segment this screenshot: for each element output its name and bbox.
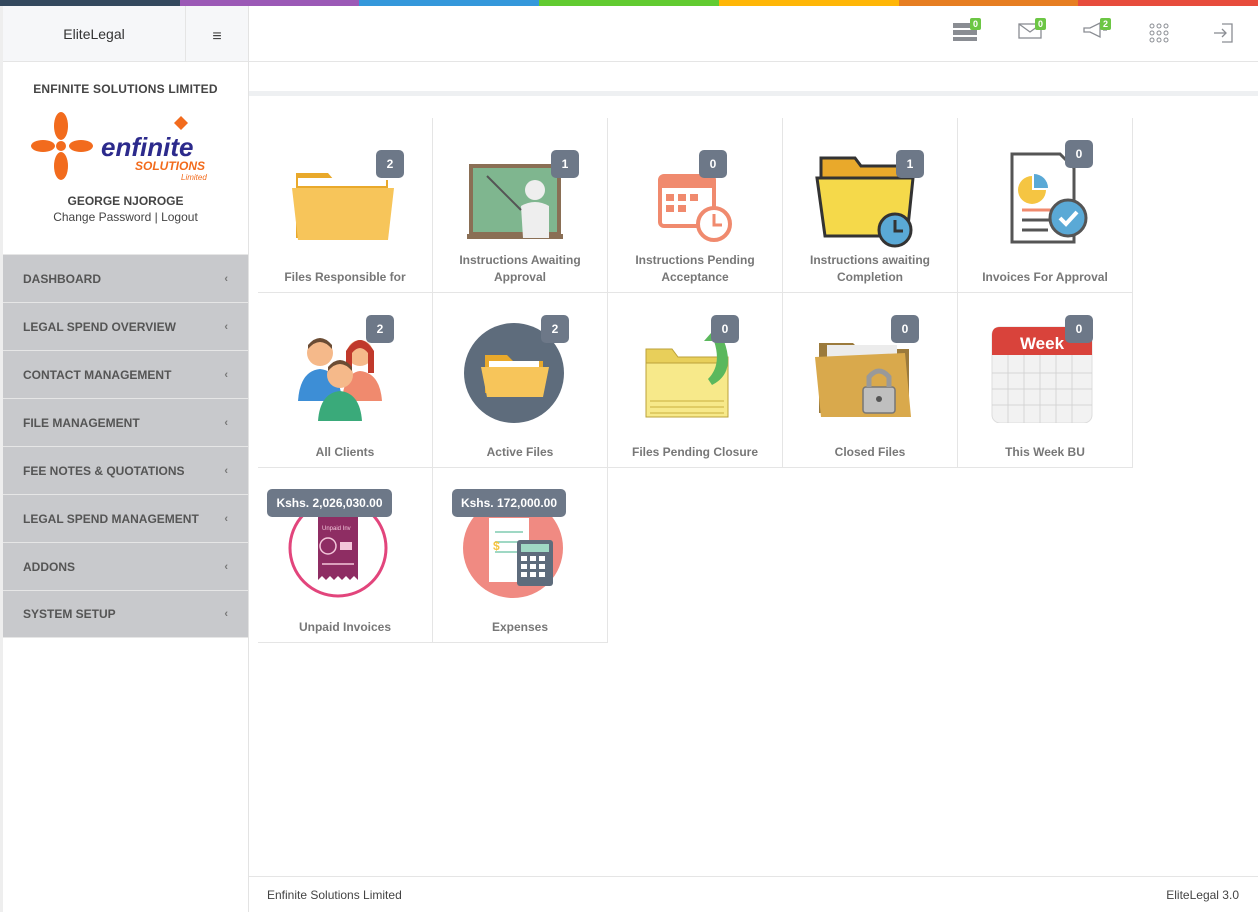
tile-badge: 0: [711, 315, 739, 343]
sidebar-item-label: FILE MANAGEMENT: [23, 415, 140, 430]
logout-button[interactable]: [1209, 22, 1237, 46]
tile-instructions-awaiting-approval[interactable]: 1 Instructions Awaiting Approval: [433, 118, 608, 293]
company-name: ENFINITE SOLUTIONS LIMITED: [33, 82, 218, 96]
tile-label: All Clients: [315, 445, 375, 459]
tile-files-pending-closure[interactable]: 0 Files Pending Closure: [608, 293, 783, 468]
profile-panel: ENFINITE SOLUTIONS LIMITED enfinite SOLU…: [3, 62, 248, 254]
tile-label: Active Files: [486, 445, 554, 459]
sidebar-item-label: ADDONS: [23, 559, 76, 574]
hamburger-menu-icon[interactable]: ≡: [186, 6, 248, 61]
sidebar-nav: DASHBOARD ‹ LEGAL SPEND OVERVIEW ‹ CONTACT…: [3, 254, 248, 638]
mail-button[interactable]: 0: [1016, 18, 1046, 46]
mail-badge: 0: [1034, 18, 1046, 30]
link-separator: |: [154, 210, 158, 224]
tile-label: Instructions awaiting Completion: [809, 253, 930, 284]
tile-label: Instructions Pending Acceptance: [635, 253, 755, 284]
tile-instructions-pending-acceptance[interactable]: 0 Instructions Pending Acceptance: [608, 118, 783, 293]
logout-link[interactable]: Logout: [161, 210, 198, 224]
chevron-left-icon: ‹: [224, 464, 228, 477]
sidebar-item-label: SYSTEM SETUP: [23, 607, 116, 621]
servers-badge: 0: [969, 18, 981, 30]
tile-label: Files Pending Closure: [631, 445, 759, 459]
change-password-link[interactable]: Change Password: [53, 210, 151, 224]
enfinite-logo-icon: enfinite SOLUTIONS Limited: [30, 112, 207, 182]
sidebar-item-file-management[interactable]: FILE MANAGEMENT ‹: [3, 398, 248, 446]
tile-badge: 0: [1065, 315, 1093, 343]
user-links: Change Password | Logout: [3, 210, 248, 224]
sidebar-item-addons[interactable]: ADDONS ‹: [3, 542, 248, 590]
tile-badge: 1: [551, 150, 579, 178]
logo-sub2: Limited: [181, 173, 207, 182]
tile-badge: 0: [891, 315, 919, 343]
footer-company: Enfinite Solutions Limited: [267, 888, 402, 902]
sidebar-item-label: CONTACT MANAGEMENT: [23, 367, 172, 382]
chevron-left-icon: ‹: [224, 416, 228, 429]
tile-active-files[interactable]: 2 Active Files: [433, 293, 608, 468]
svg-text:$: $: [493, 539, 500, 553]
dashboard-content: 2 Files Responsible for 1 Instructions A…: [253, 96, 1254, 873]
app-brand[interactable]: EliteLegal: [3, 6, 186, 61]
tile-amount-badge: Kshs. 172,000.00: [452, 489, 566, 517]
sidebar: EliteLegal ≡ ENFINITE SOLUTIONS LIMITED …: [0, 6, 249, 912]
sidebar-item-label: FEE NOTES & QUOTATIONS: [23, 463, 185, 478]
logo-text: enfinite: [101, 132, 193, 162]
announcements-badge: 2: [1099, 18, 1111, 30]
servers-button[interactable]: 0: [951, 18, 981, 46]
sidebar-item-label: DASHBOARD: [23, 271, 101, 286]
sidebar-item-fee-notes[interactable]: FEE NOTES & QUOTATIONS ‹: [3, 446, 248, 494]
unpaid-invoice-text: Unpaid Inv: [322, 526, 351, 532]
sidebar-item-label: LEGAL SPEND MANAGEMENT: [23, 511, 199, 526]
tile-label: Unpaid Invoices: [298, 620, 392, 634]
tile-badge: 0: [1065, 140, 1093, 168]
tile-label: Files Responsible for: [284, 270, 406, 284]
footer: Enfinite Solutions Limited EliteLegal 3.…: [249, 876, 1258, 912]
tile-instructions-awaiting-completion[interactable]: 1 Instructions awaiting Completion: [783, 118, 958, 293]
chevron-left-icon: ‹: [224, 560, 228, 573]
tile-label: Invoices For Approval: [982, 270, 1108, 284]
sidebar-item-contact-management[interactable]: CONTACT MANAGEMENT ‹: [3, 350, 248, 398]
tile-all-clients[interactable]: 2 All Clients: [258, 293, 433, 468]
chevron-left-icon: ‹: [224, 512, 228, 525]
chevron-left-icon: ‹: [224, 272, 228, 285]
chevron-left-icon: ‹: [224, 608, 228, 620]
sidebar-item-legal-spend-management[interactable]: LEGAL SPEND MANAGEMENT ‹: [3, 494, 248, 542]
tile-label: This Week BU: [1005, 445, 1085, 459]
sidebar-item-system-setup[interactable]: SYSTEM SETUP ‹: [3, 590, 248, 638]
sidebar-item-label: LEGAL SPEND OVERVIEW: [23, 319, 176, 334]
user-name: GEORGE NJOROGE: [67, 194, 184, 208]
chevron-left-icon: ‹: [224, 320, 228, 333]
tile-amount-badge: Kshs. 2,026,030.00: [267, 489, 392, 517]
tile-label: Expenses: [491, 620, 549, 634]
sidebar-item-legal-spend-overview[interactable]: LEGAL SPEND OVERVIEW ‹: [3, 302, 248, 350]
footer-version: EliteLegal 3.0: [1166, 888, 1239, 902]
tile-badge: 1: [896, 150, 924, 178]
logo-sub: SOLUTIONS: [135, 159, 205, 173]
company-logo: enfinite SOLUTIONS Limited: [30, 108, 221, 188]
apps-grid-icon: [1149, 23, 1169, 43]
sidebar-item-dashboard[interactable]: DASHBOARD ‹: [3, 254, 248, 302]
calendar-clock-icon: [658, 174, 732, 242]
week-calendar-text: Week: [1020, 334, 1065, 353]
brand-row: EliteLegal ≡: [3, 6, 248, 62]
tile-this-week-bu[interactable]: Week 0 This Week BU: [958, 293, 1133, 468]
tile-expenses[interactable]: $ Kshs. 172,000.00 Expenses: [433, 468, 608, 643]
tile-files-responsible[interactable]: 2 Files Responsible for: [258, 118, 433, 293]
tile-badge: 2: [541, 315, 569, 343]
chevron-left-icon: ‹: [224, 368, 228, 381]
tile-label: Instructions Awaiting Approval: [459, 253, 581, 284]
tile-badge: 2: [376, 150, 404, 178]
tile-label: Closed Files: [834, 445, 906, 459]
sign-out-icon: [1214, 23, 1233, 43]
announcements-button[interactable]: 2: [1081, 18, 1111, 46]
tile-invoices-for-approval[interactable]: 0 Invoices For Approval: [958, 118, 1133, 293]
tile-badge: 2: [366, 315, 394, 343]
tile-badge: 0: [699, 150, 727, 178]
tile-closed-files[interactable]: 0 Closed Files: [783, 293, 958, 468]
top-header: 0 0 2: [249, 6, 1258, 62]
tile-unpaid-invoices[interactable]: Unpaid Inv Kshs. 2,026,030.00 Unpaid Inv…: [258, 468, 433, 643]
apps-button[interactable]: [1145, 22, 1173, 46]
